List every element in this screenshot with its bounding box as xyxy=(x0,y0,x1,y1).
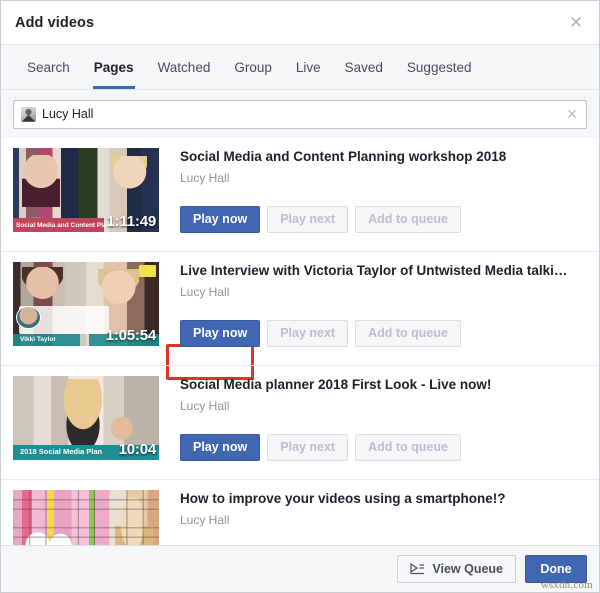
video-meta: Live Interview with Victoria Taylor of U… xyxy=(159,262,587,355)
video-title[interactable]: How to improve your videos using a smart… xyxy=(180,491,587,508)
video-list-item[interactable]: Vikki Taylor 1:05:54 Live Interview with… xyxy=(1,252,599,366)
queue-icon xyxy=(410,563,425,575)
thumbnail-grid-overlay xyxy=(13,490,159,545)
add-to-queue-button[interactable]: Add to queue xyxy=(355,319,461,347)
tab-bar: Search Pages Watched Group Live Saved Su… xyxy=(1,45,599,90)
video-list-item[interactable]: How to improve your videos using a smart… xyxy=(1,480,599,545)
tab-live[interactable]: Live xyxy=(284,45,333,89)
search-input[interactable]: Lucy Hall ✕ xyxy=(13,99,587,129)
add-to-queue-button[interactable]: Add to queue xyxy=(355,433,461,461)
thumbnail-caption: Social Media and Content Planning W xyxy=(16,222,113,229)
close-icon[interactable]: ✕ xyxy=(565,12,587,34)
video-list-item[interactable]: 2018 Social Media Plan 10:04 Social Medi… xyxy=(1,366,599,480)
tab-watched[interactable]: Watched xyxy=(146,45,223,89)
play-next-button[interactable]: Play next xyxy=(267,319,349,347)
tab-suggested[interactable]: Suggested xyxy=(395,45,484,89)
page-title: Add videos xyxy=(15,14,95,31)
video-list-item[interactable]: Social Media and Content Planning W 1:11… xyxy=(1,138,599,380)
search-zone: Lucy Hall ✕ xyxy=(1,90,599,138)
video-author: Lucy Hall xyxy=(180,170,230,185)
clear-search-icon[interactable]: ✕ xyxy=(560,107,578,121)
video-title[interactable]: Social Media and Content Planning worksh… xyxy=(180,149,587,166)
page-avatar-icon xyxy=(21,106,36,122)
thumbnail-tag xyxy=(138,265,157,278)
video-author: Lucy Hall xyxy=(180,512,230,527)
video-title[interactable]: Live Interview with Victoria Taylor of U… xyxy=(180,263,587,280)
video-thumbnail[interactable] xyxy=(13,490,159,545)
video-duration: 10:04 xyxy=(118,441,157,458)
video-duration: 1:11:49 xyxy=(106,213,157,230)
video-meta: Social Media planner 2018 First Look - L… xyxy=(159,376,587,469)
video-author: Lucy Hall xyxy=(180,398,230,413)
add-videos-dialog: Add videos ✕ Search Pages Watched Group … xyxy=(0,0,600,593)
dialog-header: Add videos ✕ xyxy=(1,1,599,45)
tab-pages[interactable]: Pages xyxy=(82,45,146,89)
view-queue-label: View Queue xyxy=(432,562,503,576)
play-now-button[interactable]: Play now xyxy=(180,433,261,461)
watermark: wsxdn.com xyxy=(540,579,593,591)
video-thumbnail[interactable]: Social Media and Content Planning W 1:11… xyxy=(13,148,159,232)
play-now-button[interactable]: Play now xyxy=(180,205,261,233)
add-to-queue-button[interactable]: Add to queue xyxy=(355,205,461,233)
thumbnail-caption: Vikki Taylor xyxy=(20,336,56,343)
search-value: Lucy Hall xyxy=(42,107,94,121)
play-now-button[interactable]: Play now xyxy=(180,319,261,347)
video-actions: Play now Play next Add to queue xyxy=(180,433,587,461)
video-thumbnail[interactable]: 2018 Social Media Plan 10:04 xyxy=(13,376,159,460)
video-thumbnail[interactable]: Vikki Taylor 1:05:54 xyxy=(13,262,159,346)
thumbnail-avatar-bubble xyxy=(15,305,41,330)
video-meta: How to improve your videos using a smart… xyxy=(159,490,587,545)
video-actions: Play now Play next Add to queue xyxy=(180,205,587,233)
video-author: Lucy Hall xyxy=(180,284,230,299)
video-actions: Play now Play next Add to queue xyxy=(180,319,587,347)
video-list[interactable]: Social Media and Content Planning W 1:11… xyxy=(1,138,599,545)
play-next-button[interactable]: Play next xyxy=(267,205,349,233)
video-meta: Social Media and Content Planning worksh… xyxy=(159,148,587,241)
tab-search[interactable]: Search xyxy=(15,45,82,89)
video-duration: 1:05:54 xyxy=(105,327,157,344)
play-next-button[interactable]: Play next xyxy=(267,433,349,461)
video-title[interactable]: Social Media planner 2018 First Look - L… xyxy=(180,377,587,394)
tab-saved[interactable]: Saved xyxy=(333,45,395,89)
view-queue-button[interactable]: View Queue xyxy=(397,555,516,583)
thumbnail-caption: 2018 Social Media Plan xyxy=(20,447,103,456)
tab-group[interactable]: Group xyxy=(222,45,284,89)
dialog-footer: View Queue Done wsxdn.com xyxy=(1,545,599,592)
